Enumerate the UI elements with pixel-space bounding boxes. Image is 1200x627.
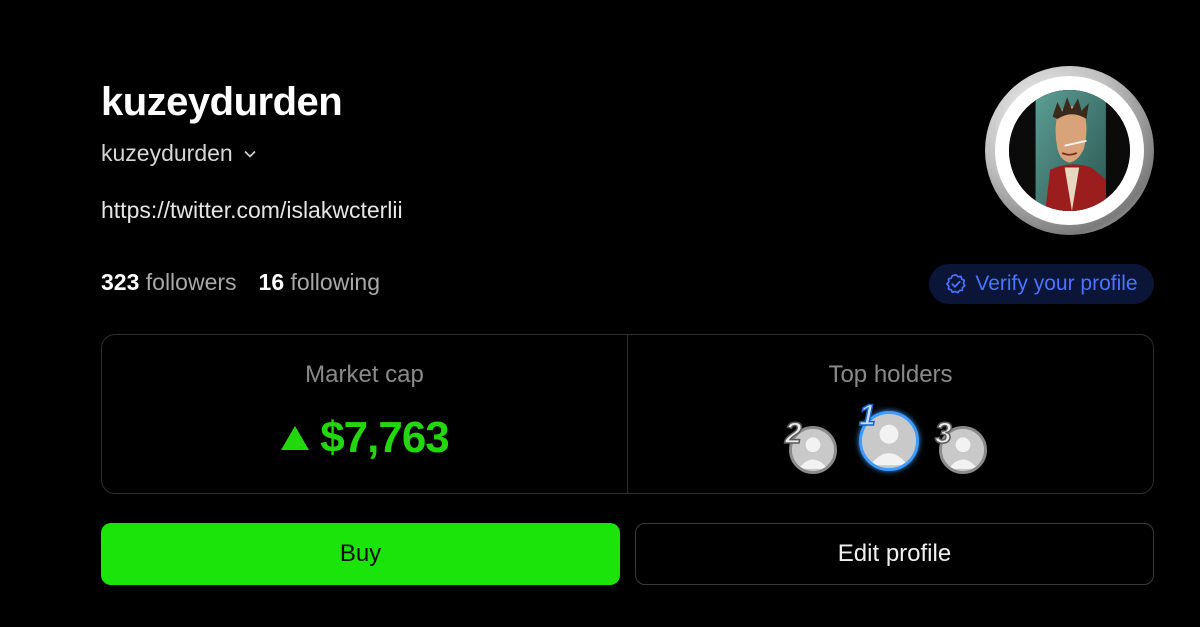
following-stat[interactable]: 16 following — [259, 269, 380, 296]
following-count: 16 — [258, 269, 285, 295]
top-holders-list: 2 1 3 — [628, 398, 1153, 485]
following-label: following — [290, 269, 381, 295]
stats-card: Market cap $7,763 Top holders 2 1 3 — [101, 334, 1154, 494]
holder-rank-1: 1 — [858, 398, 876, 433]
buy-button[interactable]: Buy — [101, 523, 620, 585]
chevron-down-icon — [244, 150, 256, 158]
avatar-frame — [995, 76, 1144, 225]
verify-label: Verify your profile — [975, 272, 1138, 295]
holder-rank-2: 2 — [784, 416, 802, 451]
profile-avatar[interactable] — [985, 66, 1154, 235]
stats-row: 323 followers 16 following — [101, 269, 380, 296]
holder-rank-3: 3 — [934, 416, 952, 451]
top-holders-section: Top holders 2 1 3 — [627, 335, 1153, 493]
market-cap-section: Market cap $7,763 — [102, 335, 627, 493]
top-holders-title: Top holders — [828, 361, 953, 388]
followers-count: 323 — [101, 269, 140, 295]
avatar-portrait-image — [1009, 90, 1130, 211]
market-cap-value: $7,763 — [320, 413, 450, 462]
display-name: kuzeydurden — [101, 80, 343, 124]
followers-stat[interactable]: 323 followers — [101, 269, 237, 296]
twitter-link[interactable]: https://twitter.com/islakwcterlii — [101, 197, 403, 224]
up-triangle-icon — [281, 426, 310, 450]
avatar-photo — [1009, 90, 1130, 211]
market-cap-title: Market cap — [305, 361, 424, 388]
market-cap-value-row: $7,763 — [102, 413, 627, 463]
verify-profile-button[interactable]: Verify your profile — [929, 264, 1154, 304]
verified-badge-icon — [946, 274, 966, 294]
handle-dropdown[interactable]: kuzeydurden — [101, 140, 257, 167]
edit-profile-button[interactable]: Edit profile — [635, 523, 1154, 585]
handle-text: kuzeydurden — [101, 140, 233, 166]
followers-label: followers — [145, 269, 237, 295]
